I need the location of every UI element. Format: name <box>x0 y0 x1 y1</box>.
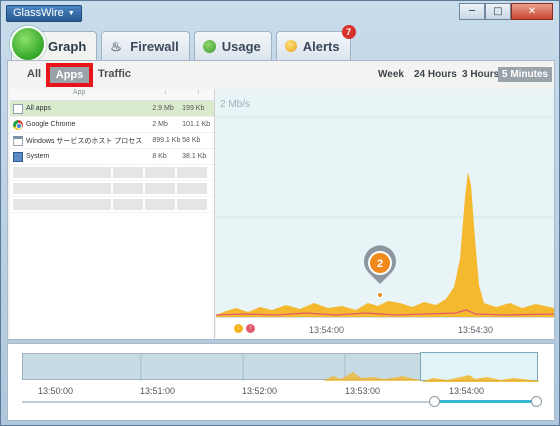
app-row-windows-service[interactable]: Windows サービスのホスト プロセス 899.1 Kb 58 Kb <box>10 133 214 149</box>
tab-alerts[interactable]: Alerts 7 <box>275 25 356 60</box>
title-bar: GlassWire ▼ ─ □ ✕ <box>1 1 559 25</box>
blurred-row <box>10 197 214 213</box>
column-app[interactable]: App <box>10 89 148 100</box>
subnav-apps-highlight: Apps <box>46 63 93 87</box>
alert-icon <box>284 40 297 52</box>
sub-nav: All Apps Traffic Week 24 Hours 3 Hours 5… <box>8 61 554 89</box>
app-row-all-apps[interactable]: All apps 2.9 Mb 199 Kb <box>10 101 214 117</box>
app-name-cell: Windows サービスのホスト プロセス <box>10 135 148 146</box>
timeline-selection[interactable] <box>420 352 539 382</box>
timeline-tick: 13:54:00 <box>449 386 485 396</box>
timeline-end-handle[interactable] <box>531 396 542 407</box>
app-name-cell: System <box>10 151 148 162</box>
main-tabs: Graph ♨ Firewall Usage Alerts 7 <box>10 25 356 62</box>
app-name-cell: All apps <box>10 103 148 114</box>
maximize-button[interactable]: □ <box>485 3 511 20</box>
app-menu-button[interactable]: GlassWire ▼ <box>6 5 82 22</box>
blurred-row <box>10 181 214 197</box>
app-row-system[interactable]: System 8 Kb 38.1 Kb <box>10 149 214 165</box>
subnav-apps[interactable]: Apps <box>50 67 89 83</box>
alerts-count-badge: 7 <box>341 25 356 39</box>
graph-time-axis: ↓ ↑ 13:54:00 13:54:30 <box>216 317 554 339</box>
blurred-row <box>10 165 214 181</box>
app-list: App ↓ ↑ All apps 2.9 Mb 199 Kb Google Ch… <box>10 89 215 339</box>
timeline-tick: 13:50:00 <box>38 386 74 396</box>
app-name: System <box>26 153 50 160</box>
app-list-header: App ↓ ↑ <box>10 89 214 101</box>
range-week[interactable]: Week <box>374 67 408 82</box>
range-24-hours[interactable]: 24 Hours <box>410 67 461 82</box>
subnav-traffic[interactable]: Traffic <box>98 68 131 80</box>
timeline-selection-traffic <box>421 375 539 382</box>
tab-usage[interactable]: Usage <box>193 31 272 60</box>
app-download: 2.9 Mb <box>152 105 174 112</box>
app-upload: 58 Kb <box>182 137 201 144</box>
event-marker[interactable]: 2 <box>364 245 396 298</box>
app-download: 899.1 Kb <box>152 137 181 144</box>
app-download: 8 Kb <box>152 153 167 160</box>
app-window: GlassWire ▼ ─ □ ✕ Graph ♨ Firewall Usage… <box>0 0 560 426</box>
timeline-selected-range <box>434 400 536 403</box>
fire-icon: ♨ <box>110 39 122 54</box>
app-name-cell: Google Chrome <box>10 119 148 130</box>
glasswire-logo-icon <box>10 26 46 62</box>
timeline-traffic <box>323 372 421 381</box>
app-upload: 101.1 Kb <box>182 121 211 128</box>
app-name: Google Chrome <box>26 121 76 128</box>
tab-label: Alerts <box>302 38 340 54</box>
close-button[interactable]: ✕ <box>511 3 553 20</box>
time-tick: 13:54:00 <box>309 325 345 335</box>
app-name: All apps <box>26 105 51 112</box>
window-controls: ─ □ ✕ <box>459 3 553 20</box>
all-apps-icon <box>13 103 23 114</box>
app-row-chrome[interactable]: Google Chrome 2 Mb 101.1 Kb <box>10 117 214 133</box>
minimize-button[interactable]: ─ <box>459 3 485 20</box>
app-upload: 38.1 Kb <box>182 153 207 160</box>
event-marker-count: 2 <box>377 258 383 270</box>
tab-label: Usage <box>221 38 261 54</box>
upload-legend-dot: ↑ <box>246 324 255 333</box>
timeline-overview[interactable]: 13:50:00 13:51:00 13:52:00 13:53:00 13:5… <box>7 343 555 421</box>
app-upload: 199 Kb <box>182 105 205 112</box>
timeline-tick: 13:53:00 <box>345 386 381 396</box>
app-download: 2 Mb <box>152 121 168 128</box>
chrome-icon <box>13 119 23 130</box>
subnav-all[interactable]: All <box>27 68 41 80</box>
usage-icon <box>202 39 216 53</box>
tab-firewall[interactable]: ♨ Firewall <box>101 31 190 60</box>
timeline-tick: 13:52:00 <box>242 386 278 396</box>
time-tick: 13:54:30 <box>458 325 494 335</box>
timeline-tick: 13:51:00 <box>140 386 176 396</box>
download-legend-dot: ↓ <box>234 324 243 333</box>
traffic-graph-svg: 2 <box>216 116 554 317</box>
download-area <box>216 172 554 317</box>
range-3-hours[interactable]: 3 Hours <box>458 67 503 82</box>
traffic-graph[interactable]: 2 Mb/s 2 ↓ ↑ 13:54:00 13:54:30 <box>216 89 554 339</box>
graph-panel: All Apps Traffic Week 24 Hours 3 Hours 5… <box>7 60 555 340</box>
system-icon <box>13 151 23 162</box>
chevron-down-icon: ▼ <box>67 10 75 17</box>
app-name: Windows サービスのホスト プロセス <box>26 137 143 145</box>
column-download[interactable]: ↓ <box>148 89 182 100</box>
timeline-selection-graph <box>421 375 539 382</box>
tab-graph[interactable]: Graph <box>10 26 98 62</box>
range-5-minutes[interactable]: 5 Minutes <box>498 67 553 82</box>
timeline-start-handle[interactable] <box>429 396 440 407</box>
tab-label: Firewall <box>130 38 179 54</box>
column-upload[interactable]: ↑ <box>182 89 214 100</box>
app-title: GlassWire <box>13 7 64 19</box>
windows-service-icon <box>13 135 23 146</box>
tab-label: Graph <box>48 39 87 54</box>
